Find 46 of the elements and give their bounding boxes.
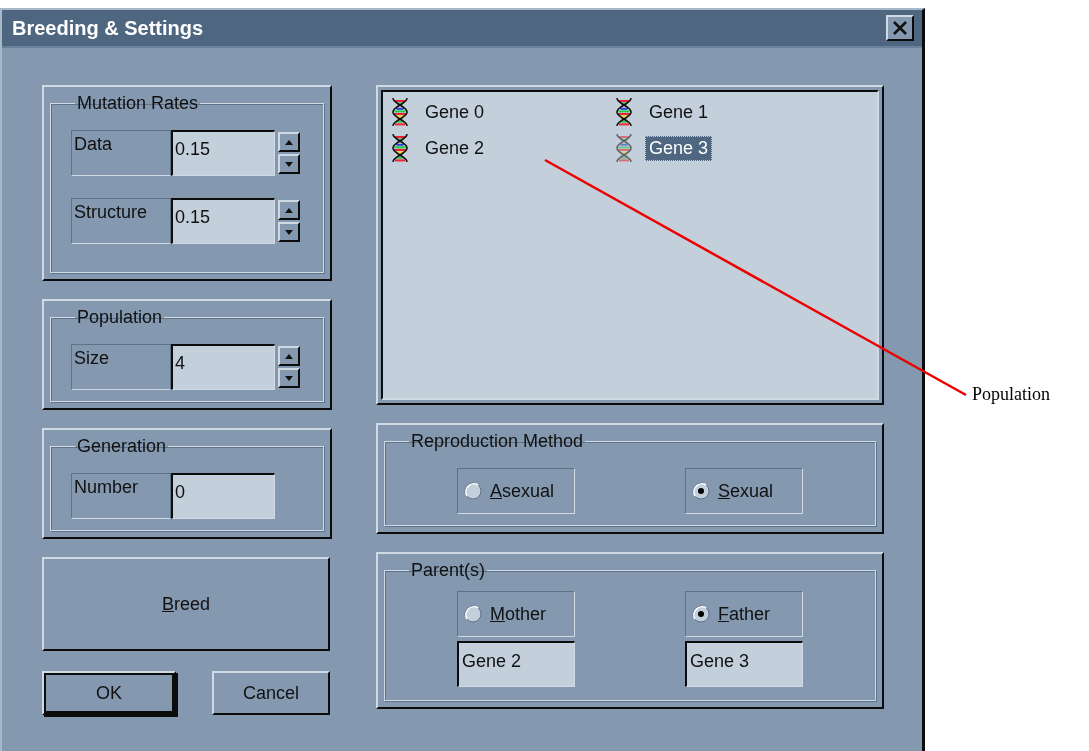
dna-icon xyxy=(615,98,633,126)
input-field[interactable]: Gene 3 xyxy=(685,641,803,687)
dna-icon xyxy=(615,134,633,162)
up-arrow-icon xyxy=(284,206,294,214)
list-item[interactable]: Gene 3 xyxy=(645,135,713,161)
input-field[interactable]: 4 xyxy=(171,344,275,390)
input-field[interactable]: 0 xyxy=(171,473,275,519)
field-label: Data xyxy=(71,130,171,176)
down-arrow-icon xyxy=(284,374,294,382)
spin-down-button[interactable] xyxy=(278,368,300,388)
window-title: Breeding & Settings xyxy=(12,16,204,40)
dialog-button[interactable]: Cancel xyxy=(212,671,330,715)
breed-button[interactable]: Breed xyxy=(42,557,330,651)
input-field[interactable]: Gene 2 xyxy=(457,641,575,687)
group-title: Reproduction Method xyxy=(410,431,585,452)
list-item[interactable]: Gene 0 xyxy=(421,99,489,125)
dna-icon xyxy=(391,134,409,162)
down-arrow-icon xyxy=(284,228,294,236)
group-title: Parent(s) xyxy=(410,560,487,581)
radio-option[interactable]: Asexual xyxy=(457,468,575,514)
group-title: Generation xyxy=(76,436,168,457)
list-item[interactable]: Gene 1 xyxy=(645,99,713,125)
close-icon xyxy=(892,21,908,35)
dialog-button[interactable]: OK xyxy=(42,671,176,715)
down-arrow-icon xyxy=(284,160,294,168)
up-arrow-icon xyxy=(284,352,294,360)
spin-down-button[interactable] xyxy=(278,154,300,174)
spin-up-button[interactable] xyxy=(278,346,300,366)
field-label: Size xyxy=(71,344,171,390)
up-arrow-icon xyxy=(284,138,294,146)
radio-option[interactable]: Mother xyxy=(457,591,575,637)
group-title: Mutation Rates xyxy=(76,93,200,114)
radio-option[interactable]: Sexual xyxy=(685,468,803,514)
list-item[interactable]: Gene 2 xyxy=(421,135,489,161)
close-button[interactable] xyxy=(886,15,914,41)
callout-label: Population xyxy=(972,384,1050,405)
field-label: Structure xyxy=(71,198,171,244)
spin-up-button[interactable] xyxy=(278,200,300,220)
spin-up-button[interactable] xyxy=(278,132,300,152)
field-label: Number xyxy=(71,473,171,519)
input-field[interactable]: 0.15 xyxy=(171,198,275,244)
input-field[interactable]: 0.15 xyxy=(171,130,275,176)
radio-option[interactable]: Father xyxy=(685,591,803,637)
dna-icon xyxy=(391,98,409,126)
spin-down-button[interactable] xyxy=(278,222,300,242)
group-title: Population xyxy=(76,307,164,328)
